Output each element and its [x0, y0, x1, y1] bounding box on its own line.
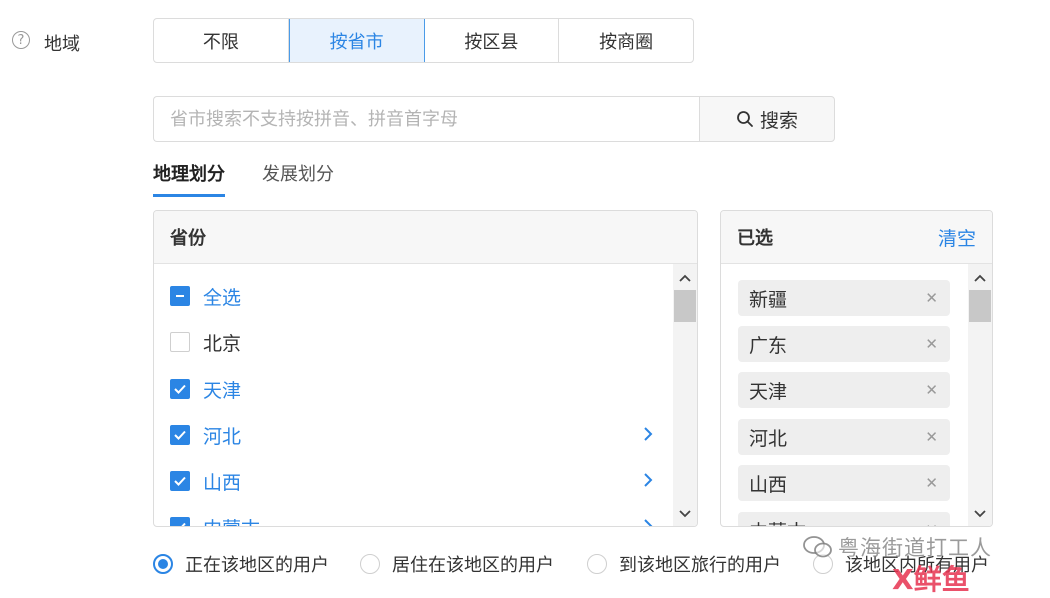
selected-chip: 河北 ✕ — [738, 419, 950, 455]
region-mode-selector: 不限 按省市 按区县 按商圈 — [153, 18, 694, 63]
province-row-inner-mongolia[interactable]: 内蒙古 — [170, 510, 653, 526]
radio-label: 居住在该地区的用户 — [392, 555, 554, 576]
selected-chip: 广东 ✕ — [738, 326, 950, 362]
scroll-down-icon[interactable] — [968, 504, 992, 524]
province-label: 山西 — [203, 471, 242, 494]
selected-chip: 山西 ✕ — [738, 465, 950, 501]
province-label: 天津 — [203, 379, 242, 402]
tab-geographic[interactable]: 地理划分 — [153, 160, 225, 197]
province-label: 全选 — [203, 286, 242, 309]
selected-chip: 新疆 ✕ — [738, 280, 950, 316]
province-row-beijing[interactable]: 北京 — [170, 325, 653, 359]
radio-unselected-icon[interactable] — [360, 554, 380, 574]
scroll-down-icon[interactable] — [673, 504, 697, 524]
selected-panel-header: 已选 清空 — [721, 211, 992, 264]
selected-scrollbar[interactable] — [968, 264, 992, 526]
close-icon[interactable]: ✕ — [925, 381, 938, 399]
search-input[interactable] — [153, 96, 700, 142]
province-row-hebei[interactable]: 河北 — [170, 418, 653, 452]
radio-unselected-icon[interactable] — [587, 554, 607, 574]
watermark-logo: X鲜鱼 — [892, 563, 970, 596]
radio-resident-users[interactable]: 居住在该地区的用户 — [360, 551, 554, 577]
scroll-up-icon[interactable] — [968, 268, 992, 288]
province-label: 河北 — [203, 425, 242, 448]
close-icon[interactable]: ✕ — [925, 474, 938, 492]
selected-panel: 已选 清空 新疆 ✕ 广东 ✕ 天津 ✕ 河北 ✕ 山西 ✕ 内蒙古 ✕ — [720, 210, 993, 527]
chip-label: 山西 — [749, 473, 788, 496]
segment-by-district[interactable]: 按区县 — [425, 19, 560, 62]
region-label: 地域 — [44, 34, 80, 55]
chip-label: 广东 — [749, 334, 788, 357]
segment-by-province[interactable]: 按省市 — [288, 19, 425, 62]
wechat-icon — [803, 536, 832, 558]
checkbox-checked-icon[interactable] — [170, 425, 190, 445]
chip-label: 新疆 — [749, 288, 788, 311]
scroll-thumb[interactable] — [969, 290, 991, 322]
watermark: 粤海街道打工人 X鲜鱼 — [802, 528, 1042, 596]
province-panel-title: 省份 — [170, 228, 206, 249]
radio-selected-icon[interactable] — [153, 554, 173, 574]
province-label: 内蒙古 — [203, 514, 260, 527]
province-panel-header: 省份 — [154, 211, 697, 264]
province-list: 全选 北京 天津 河北 山西 — [154, 264, 673, 526]
radio-label: 正在该地区的用户 — [185, 555, 329, 576]
segment-unlimited[interactable]: 不限 — [154, 19, 289, 62]
search-icon — [737, 111, 753, 127]
selected-list: 新疆 ✕ 广东 ✕ 天津 ✕ 河北 ✕ 山西 ✕ 内蒙古 ✕ — [721, 264, 968, 526]
province-row-tianjin[interactable]: 天津 — [170, 372, 653, 406]
close-icon[interactable]: ✕ — [925, 521, 938, 526]
chevron-right-icon[interactable] — [643, 517, 653, 526]
checkbox-checked-icon[interactable] — [170, 379, 190, 399]
selected-chip: 内蒙古 ✕ — [738, 512, 950, 526]
close-icon[interactable]: ✕ — [925, 289, 938, 307]
checkbox-empty-icon[interactable] — [170, 332, 190, 352]
close-icon[interactable]: ✕ — [925, 335, 938, 353]
help-icon[interactable]: ? — [12, 31, 30, 49]
selected-chip: 天津 ✕ — [738, 372, 950, 408]
province-row-shanxi[interactable]: 山西 — [170, 464, 653, 498]
search-button-label: 搜索 — [759, 109, 798, 132]
scroll-thumb[interactable] — [674, 290, 696, 322]
selected-panel-title: 已选 — [737, 228, 773, 249]
radio-traveling-users[interactable]: 到该地区旅行的用户 — [587, 551, 781, 577]
checkbox-checked-icon[interactable] — [170, 517, 190, 526]
chip-label: 内蒙古 — [749, 517, 806, 527]
close-icon[interactable]: ✕ — [925, 428, 938, 446]
province-scrollbar[interactable] — [673, 264, 697, 526]
province-label: 北京 — [203, 332, 242, 355]
chip-label: 河北 — [749, 427, 788, 450]
checkbox-checked-icon[interactable] — [170, 471, 190, 491]
chevron-right-icon[interactable] — [643, 425, 653, 446]
clear-button[interactable]: 清空 — [938, 224, 976, 251]
search-button[interactable]: 搜索 — [699, 96, 835, 142]
chip-label: 天津 — [749, 380, 788, 403]
tab-development[interactable]: 发展划分 — [262, 160, 334, 194]
province-panel: 省份 全选 北京 天津 河北 山西 — [153, 210, 698, 527]
checkbox-partial-icon[interactable] — [170, 286, 190, 306]
scroll-up-icon[interactable] — [673, 268, 697, 288]
province-row-select-all[interactable]: 全选 — [170, 279, 653, 313]
radio-label: 到该地区旅行的用户 — [619, 555, 781, 576]
radio-current-users[interactable]: 正在该地区的用户 — [153, 551, 329, 577]
segment-by-business-area[interactable]: 按商圈 — [559, 19, 693, 62]
chevron-right-icon[interactable] — [643, 471, 653, 492]
